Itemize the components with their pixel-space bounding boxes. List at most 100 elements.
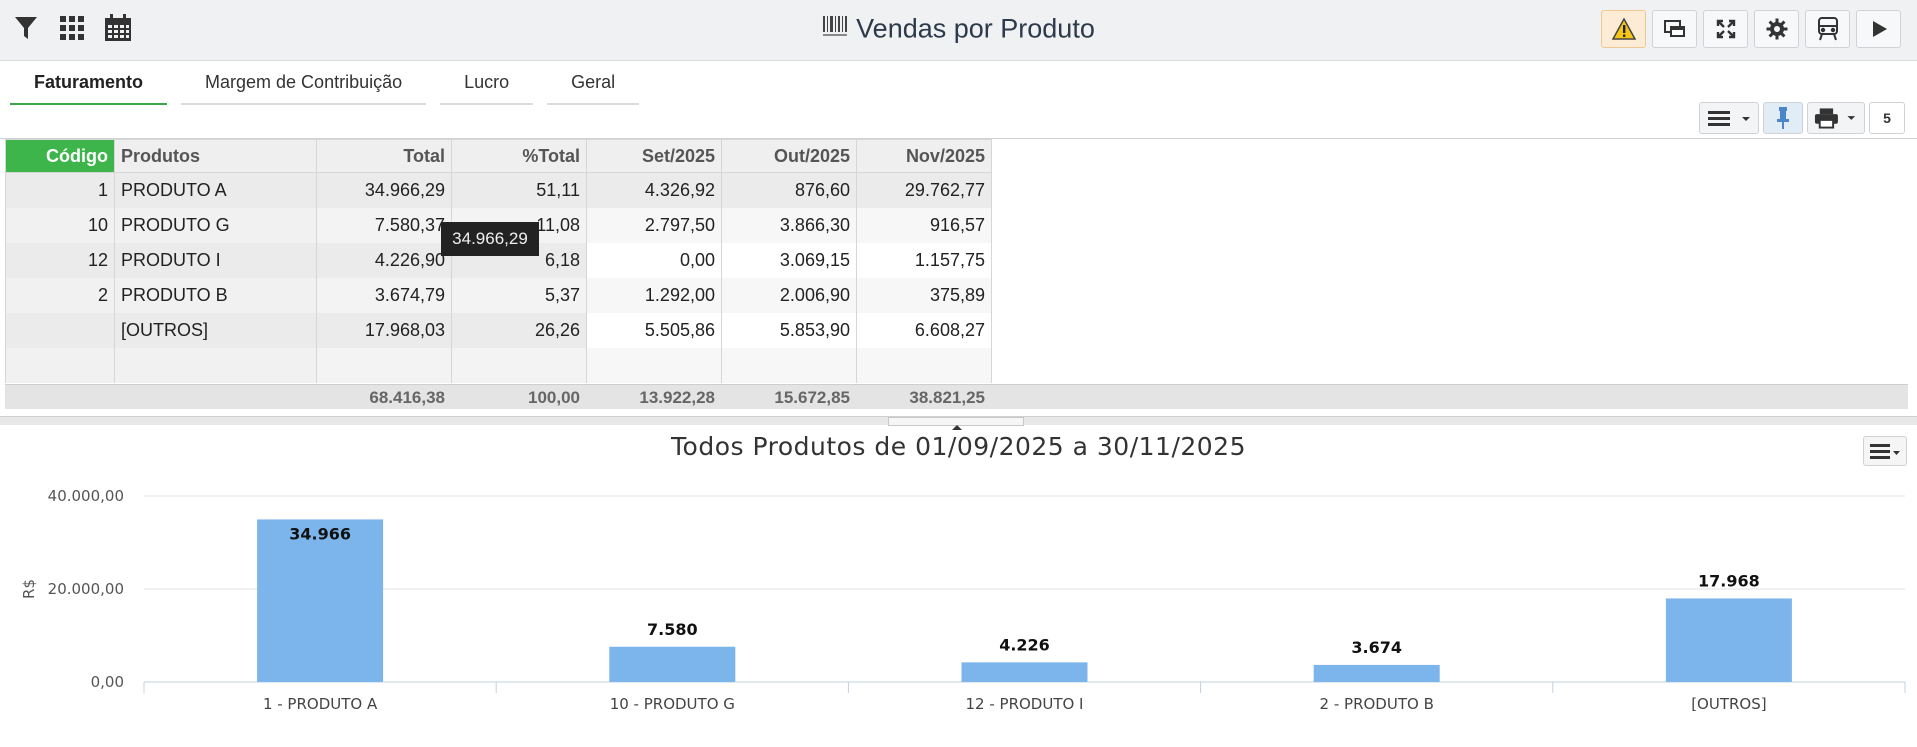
cell-set: 0,00 <box>586 242 722 278</box>
cell-codigo: 2 <box>5 277 115 313</box>
tab-lucro[interactable]: Lucro <box>440 64 534 105</box>
bar <box>961 662 1088 682</box>
play-button[interactable] <box>1856 10 1901 48</box>
data-label: 3.674 <box>1351 638 1402 657</box>
bar <box>1313 664 1440 682</box>
tab-geral[interactable]: Geral <box>547 64 640 105</box>
x-tick-label: 12 - PRODUTO I <box>965 695 1083 713</box>
cell-tooltip: 34.966,29 <box>441 222 539 256</box>
cell-produto: PRODUTO I <box>114 242 317 278</box>
chart-title: Todos Produtos de 01/09/2025 a 30/11/202… <box>671 432 1246 461</box>
cell-total: 17.968,03 <box>316 312 452 348</box>
cell-out: 3.866,30 <box>721 207 857 243</box>
column-header-out-2025[interactable]: Out/2025 <box>721 139 857 173</box>
cell-codigo: 1 <box>5 172 115 208</box>
y-tick-label: 40.000,00 <box>48 487 124 505</box>
data-label: 34.966 <box>289 524 351 543</box>
play-icon <box>1872 21 1887 37</box>
record-count[interactable]: 5 <box>1869 102 1905 134</box>
bus-icon <box>1817 17 1838 41</box>
x-tick-label: [OUTROS] <box>1691 695 1766 713</box>
windows-button[interactable] <box>1652 10 1697 48</box>
table-row[interactable]: [OUTROS] 17.968,03 26,26 5.505,86 5.853,… <box>5 312 992 348</box>
tab-faturamento[interactable]: Faturamento <box>10 64 168 105</box>
cell-percent: 5,37 <box>451 277 587 313</box>
cell-set: 5.505,86 <box>586 312 722 348</box>
cell-codigo: 12 <box>5 242 115 278</box>
hamburger-icon <box>1708 111 1750 126</box>
top-toolbar: Vendas por Produto <box>0 0 1917 61</box>
y-tick-label: 0,00 <box>91 673 124 691</box>
cell-total: 4.226,90 <box>316 242 452 278</box>
column-header-produtos[interactable]: Produtos <box>114 139 317 173</box>
cell-codigo <box>5 312 115 348</box>
gear-icon <box>1766 18 1787 40</box>
total-total: 68.416,38 <box>369 388 445 407</box>
settings-button[interactable] <box>1754 10 1799 48</box>
cell-set: 4.326,92 <box>586 172 722 208</box>
bar <box>1665 598 1792 682</box>
data-label: 7.580 <box>647 620 698 639</box>
pin-icon <box>1777 107 1789 129</box>
cell-out: 2.006,90 <box>721 277 857 313</box>
printer-icon <box>1814 108 1856 129</box>
data-label: 4.226 <box>999 635 1050 654</box>
y-axis-label: R$ <box>20 579 38 599</box>
x-tick-label: 1 - PRODUTO A <box>263 695 378 713</box>
cell-total: 7.580,37 <box>316 207 452 243</box>
total-percent: 100,00 <box>528 388 580 407</box>
splitter-handle[interactable] <box>888 417 1024 430</box>
table-row[interactable]: 1 PRODUTO A 34.966,29 51,11 4.326,92 876… <box>5 172 992 208</box>
barcode-icon <box>822 13 848 44</box>
table-row[interactable]: 2 PRODUTO B 3.674,79 5,37 1.292,00 2.006… <box>5 277 992 313</box>
data-label: 17.968 <box>1698 571 1760 590</box>
cell-set: 1.292,00 <box>586 277 722 313</box>
cell-nov: 29.762,77 <box>856 172 992 208</box>
column-header-nov-2025[interactable]: Nov/2025 <box>856 139 992 173</box>
panel-splitter[interactable] <box>0 416 1917 430</box>
column-header-percent-total[interactable]: %Total <box>451 139 587 173</box>
cell-produto: [OUTROS] <box>114 312 317 348</box>
table-totals-row: 68.416,38 100,00 13.922,28 15.672,85 38.… <box>5 384 1908 409</box>
print-button[interactable] <box>1807 102 1865 134</box>
cell-produto: PRODUTO B <box>114 277 317 313</box>
fullscreen-icon <box>1716 19 1735 39</box>
table-row-empty <box>5 347 992 383</box>
cell-total: 3.674,79 <box>316 277 452 313</box>
bar-chart: 0,00 20.000,00 40.000,00 R$ 34.966 1 - PRODUT… <box>20 487 1906 713</box>
toolbar-right <box>1601 10 1901 48</box>
cell-nov: 6.608,27 <box>856 312 992 348</box>
x-tick-label: 10 - PRODUTO G <box>610 695 735 713</box>
cell-percent: 26,26 <box>451 312 587 348</box>
bar <box>609 646 736 682</box>
grid-tools: 5 <box>1699 102 1905 134</box>
column-header-total[interactable]: Total <box>316 139 452 173</box>
total-set: 13.922,28 <box>639 388 715 407</box>
pin-button[interactable] <box>1763 102 1803 134</box>
tab-margem-de-contribuicao[interactable]: Margem de Contribuição <box>181 64 427 105</box>
cell-out: 3.069,15 <box>721 242 857 278</box>
column-header-set-2025[interactable]: Set/2025 <box>586 139 722 173</box>
fullscreen-button[interactable] <box>1703 10 1748 48</box>
bus-button[interactable] <box>1805 10 1850 48</box>
sales-table: Código Produtos Total %Total Set/2025 Ou… <box>5 139 992 383</box>
columns-menu-button[interactable] <box>1699 102 1759 134</box>
cell-set: 2.797,50 <box>586 207 722 243</box>
windows-icon <box>1663 20 1685 37</box>
cell-produto: PRODUTO A <box>114 172 317 208</box>
cell-total: 34.966,29 <box>316 172 452 208</box>
cell-nov: 1.157,75 <box>856 242 992 278</box>
cell-out: 5.853,90 <box>721 312 857 348</box>
warning-button[interactable] <box>1601 10 1646 48</box>
hamburger-icon <box>1870 444 1900 459</box>
cell-out: 876,60 <box>721 172 857 208</box>
chart-menu-button[interactable] <box>1863 436 1907 466</box>
warning-icon <box>1611 18 1636 40</box>
cell-percent: 51,11 <box>451 172 587 208</box>
cell-nov: 375,89 <box>856 277 992 313</box>
page-title-text: Vendas por Produto <box>856 13 1095 44</box>
tab-bar: Faturamento Margem de Contribuição Lucro… <box>10 64 640 105</box>
cell-produto: PRODUTO G <box>114 207 317 243</box>
column-header-codigo[interactable]: Código <box>5 139 115 173</box>
cell-codigo: 10 <box>5 207 115 243</box>
